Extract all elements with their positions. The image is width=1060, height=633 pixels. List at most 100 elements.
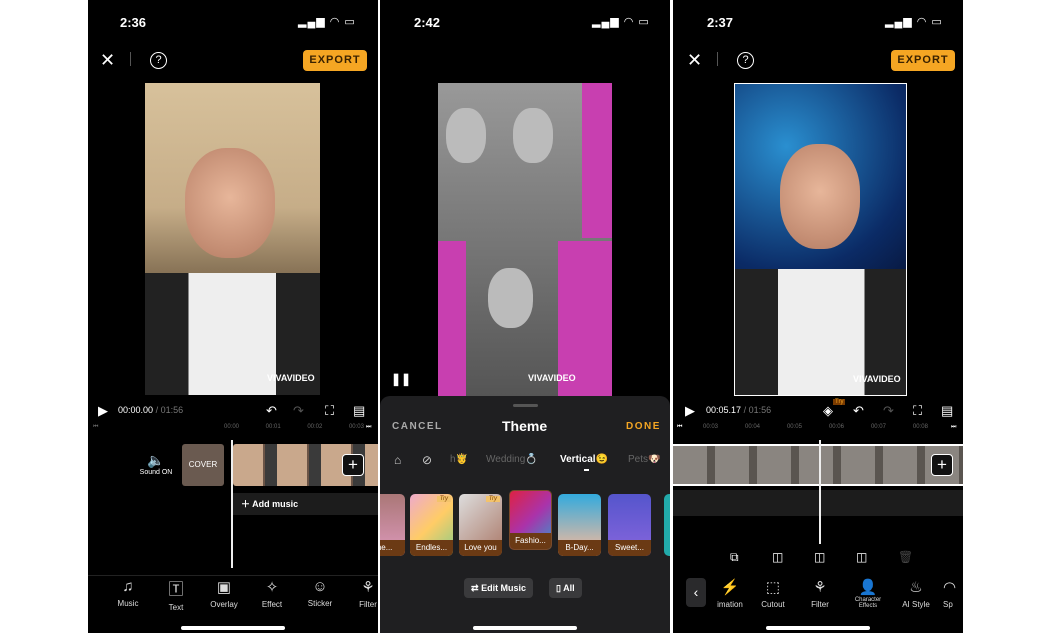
skip-end-icon[interactable]: ⏭ xyxy=(951,424,956,434)
home-indicator xyxy=(766,626,870,630)
music-note-icon: ♫ xyxy=(122,578,134,595)
toolbar-cutout[interactable]: ⬚ Cutout xyxy=(751,578,795,609)
edit-music-button[interactable]: ⇄ Edit Music xyxy=(464,578,534,598)
cover-thumbnail[interactable]: COVER xyxy=(182,444,224,486)
play-button[interactable]: ▶ xyxy=(685,403,695,419)
ruler-tick: 00:01 xyxy=(265,424,281,430)
fullscreen-icon[interactable]: ⛶ xyxy=(913,403,922,419)
split-left-icon[interactable]: ◫ xyxy=(772,550,783,564)
archive-icon[interactable]: ▤ xyxy=(941,403,953,419)
toolbar-label: Cutout xyxy=(761,600,785,609)
face xyxy=(780,144,860,249)
toolbar-character-effects[interactable]: 👤 Character Effects xyxy=(846,578,890,609)
keyframe-icon[interactable]: ◈ xyxy=(823,403,833,419)
sticker-icon: ☺ xyxy=(312,578,328,595)
video-preview: VIVAVIDEO xyxy=(438,83,612,396)
playhead[interactable] xyxy=(819,440,821,544)
duplicate-icon[interactable]: ⧉ xyxy=(730,550,739,565)
cancel-button[interactable]: CANCEL xyxy=(392,421,443,432)
timeline-ruler: 00:03 00:04 00:05 00:06 00:07 00:08 xyxy=(703,424,928,434)
ruler-tick: 00:03 xyxy=(703,424,719,430)
toolbar-speed[interactable]: ◠ Sp xyxy=(943,578,963,609)
drag-handle[interactable] xyxy=(513,404,538,407)
export-button[interactable]: EXPORT xyxy=(891,50,955,71)
divider xyxy=(717,52,718,66)
archive-icon[interactable]: ▤ xyxy=(353,403,365,419)
ruler-tick: 00:02 xyxy=(307,424,323,430)
toolbar-overlay[interactable]: ▣ Overlay xyxy=(202,578,246,609)
empty-track xyxy=(673,490,963,516)
skip-start-icon[interactable]: ⏮ xyxy=(93,424,98,434)
help-button[interactable]: ? xyxy=(737,52,754,69)
undo-icon[interactable]: ↶ xyxy=(266,403,277,419)
status-time: 2:42 xyxy=(414,15,441,30)
back-button[interactable]: ‹ xyxy=(686,578,706,607)
add-clip-button[interactable]: + xyxy=(342,454,364,476)
category-tab[interactable]: h🤴 xyxy=(450,454,468,465)
toolbar-ai-style[interactable]: ♨ AI Style xyxy=(894,578,938,609)
add-music-button[interactable]: ＋ Add music xyxy=(233,493,378,515)
export-button[interactable]: EXPORT xyxy=(303,50,367,71)
fullscreen-icon[interactable]: ⛶ xyxy=(325,403,334,419)
skip-end-icon[interactable]: ⏭ xyxy=(366,424,371,434)
split-right-icon[interactable]: ◫ xyxy=(856,550,867,564)
total-time: / 01:56 xyxy=(155,405,184,415)
close-icon[interactable]: ✕ xyxy=(100,50,115,71)
status-icons: ▂▄▆ ◠ ▭ xyxy=(885,16,943,28)
theme-card[interactable]: Sweet... xyxy=(608,494,651,556)
ruler-tick: 00:08 xyxy=(912,424,928,430)
store-icon[interactable]: ⌂ xyxy=(394,453,401,467)
magenta-band xyxy=(438,241,466,396)
toolbar-text[interactable]: 🅃 Text xyxy=(154,578,198,612)
theme-label: Sweet... xyxy=(608,540,651,556)
ruler-tick: 00:07 xyxy=(870,424,886,430)
video-clip-strip-selected[interactable] xyxy=(673,444,963,486)
add-music-label: Add music xyxy=(252,499,299,509)
time-readout: 00:05.17 / 01:56 xyxy=(706,405,771,415)
sheet-title: Theme xyxy=(502,418,548,434)
toolbar-label: Effect xyxy=(261,600,283,609)
undo-icon[interactable]: ↶ xyxy=(853,403,864,419)
filter-icon: ⚘ xyxy=(361,579,375,596)
toolbar-label: Sticker xyxy=(307,599,333,608)
skip-start-icon[interactable]: ⏮ xyxy=(677,424,682,434)
done-button[interactable]: DONE xyxy=(626,421,661,432)
play-button[interactable]: ▶ xyxy=(98,403,108,419)
theme-card-selected[interactable]: Fashio... xyxy=(509,490,552,550)
face xyxy=(185,148,275,258)
toolbar-music[interactable]: ♫ Music xyxy=(106,578,150,608)
none-icon[interactable]: ⊘ xyxy=(422,453,432,467)
theme-card[interactable]: me... xyxy=(380,494,405,556)
theme-card[interactable]: Try Love you xyxy=(459,494,502,556)
toolbar-sticker[interactable]: ☺ Sticker xyxy=(298,578,342,608)
close-icon[interactable]: ✕ xyxy=(687,50,702,71)
theme-label: Love you xyxy=(459,540,502,556)
theme-card[interactable] xyxy=(664,494,670,556)
category-tab-pets[interactable]: Pets🐶 xyxy=(628,454,660,465)
sound-toggle[interactable]: 🔈 Sound ON xyxy=(136,452,176,476)
theme-card[interactable]: B-Day... xyxy=(558,494,601,556)
pause-button[interactable]: ❚❚ xyxy=(391,372,411,386)
toolbar-label: Filter xyxy=(359,600,377,609)
split-icon[interactable]: ◫ xyxy=(814,550,825,564)
category-tab-wedding[interactable]: Wedding💍 xyxy=(486,454,538,465)
time-readout: 00:00.00 / 01:56 xyxy=(118,405,183,415)
ruler-tick: 00:03 xyxy=(348,424,364,430)
redo-icon[interactable]: ↷ xyxy=(883,403,894,419)
add-clip-button[interactable]: + xyxy=(931,454,953,476)
toolbar-animation[interactable]: ⚡ imation xyxy=(708,578,752,609)
theme-card[interactable]: Try Endles... xyxy=(410,494,453,556)
help-button[interactable]: ? xyxy=(150,52,167,69)
delete-icon[interactable]: 🗑 xyxy=(898,550,913,564)
all-label: All xyxy=(563,583,575,593)
toolbar-effect[interactable]: ✧ Effect xyxy=(250,578,294,609)
ruler-tick: 00:00 xyxy=(224,424,240,430)
category-tab-vertical[interactable]: Vertical😉 xyxy=(560,454,608,465)
all-button[interactable]: ▯ All xyxy=(549,578,582,598)
divider xyxy=(88,575,378,576)
toolbar-filter[interactable]: ⚘ Filter xyxy=(798,578,842,609)
active-tab-indicator xyxy=(584,469,589,471)
toolbar-filter[interactable]: ⚘ Filter xyxy=(346,578,378,609)
playhead[interactable] xyxy=(231,440,233,568)
redo-icon[interactable]: ↷ xyxy=(293,403,304,419)
